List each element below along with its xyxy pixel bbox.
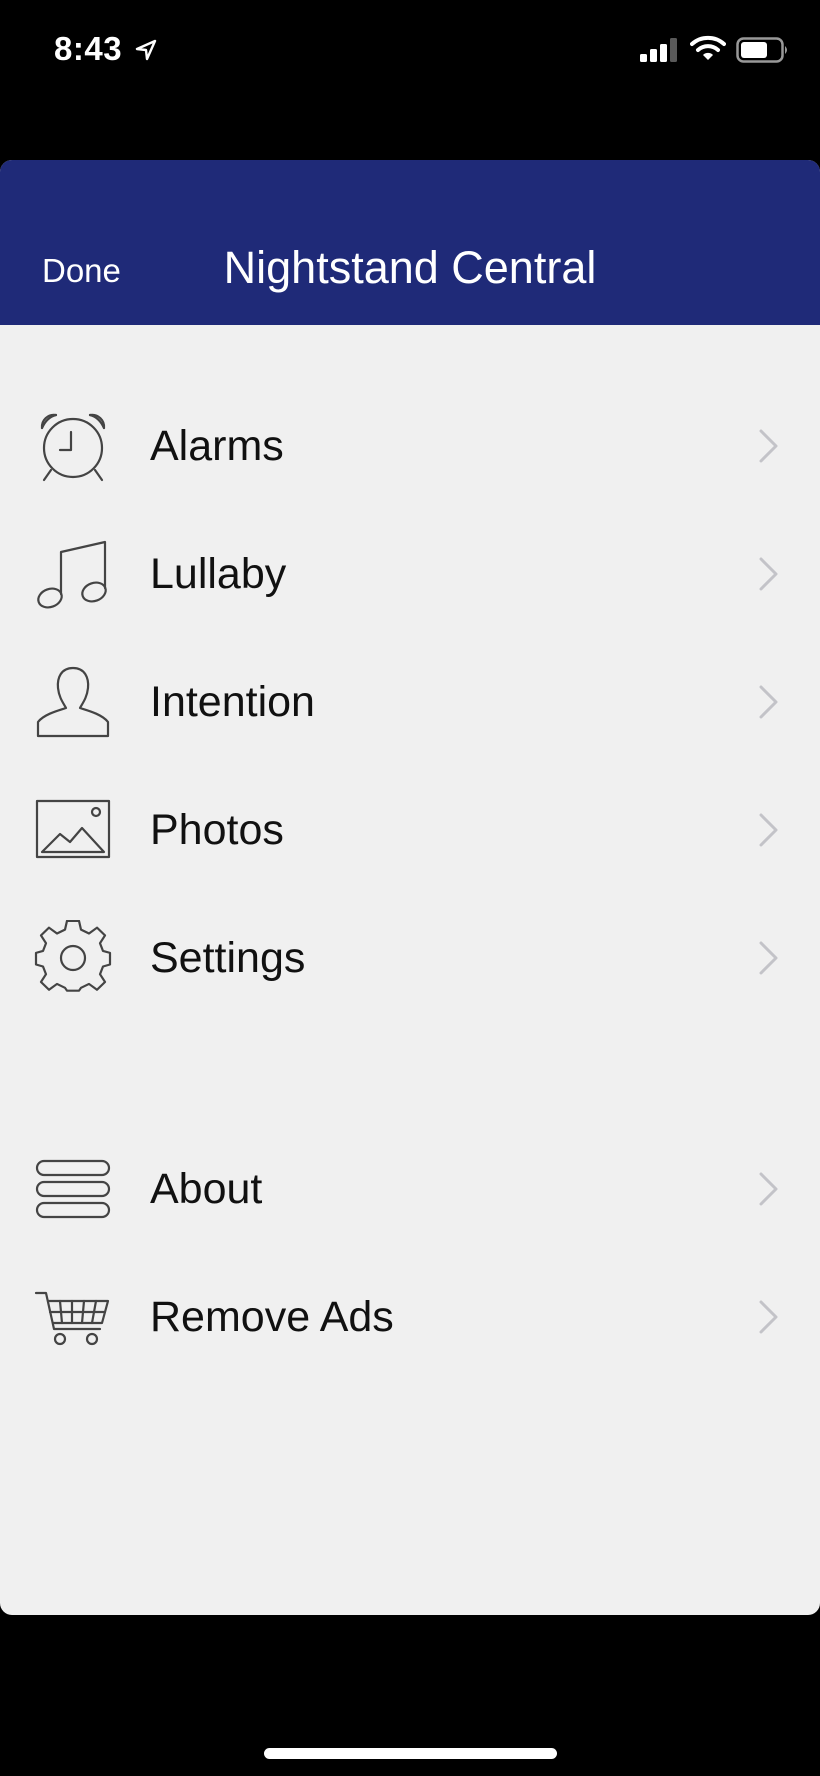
menu-item-lullaby[interactable]: Lullaby (0, 510, 820, 638)
navigation-bar: Done Nightstand Central (0, 160, 820, 325)
menu-item-remove-ads[interactable]: Remove Ads (0, 1253, 820, 1381)
list-icon (34, 1151, 112, 1227)
gear-icon (34, 919, 112, 996)
menu-item-intention[interactable]: Intention (0, 638, 820, 766)
music-note-icon (34, 536, 112, 612)
status-time: 8:43 (54, 30, 123, 67)
menu-item-about[interactable]: About (0, 1125, 820, 1253)
wifi-icon (690, 35, 726, 60)
menu-item-photos[interactable]: Photos (0, 766, 820, 894)
chevron-right-icon (759, 685, 778, 719)
menu-item-alarms[interactable]: Alarms (0, 382, 820, 510)
menu-sheet: Done Nightstand Central Alarms Lullaby I… (0, 160, 820, 1615)
menu-item-settings[interactable]: Settings (0, 894, 820, 1022)
chevron-right-icon (759, 557, 778, 591)
menu-item-label: Lullaby (150, 550, 287, 598)
menu-item-label: About (150, 1165, 263, 1213)
menu-item-label: Alarms (150, 422, 284, 470)
home-indicator[interactable] (264, 1748, 557, 1759)
menu-item-label: Settings (150, 934, 306, 982)
chevron-right-icon (759, 813, 778, 847)
chevron-right-icon (759, 941, 778, 975)
status-bar: 8:43 (0, 0, 820, 100)
chevron-right-icon (759, 429, 778, 463)
cellular-signal-icon (640, 38, 677, 62)
menu-item-label: Photos (150, 806, 284, 854)
location-arrow-icon (135, 39, 157, 61)
battery-icon (736, 37, 787, 63)
alarm-clock-icon (34, 408, 112, 484)
phone-screen: 8:43 Done Nightstand Central Alarms Lull… (0, 0, 820, 1776)
page-title: Nightstand Central (223, 242, 597, 293)
menu-item-label: Intention (150, 678, 315, 726)
person-icon (34, 664, 112, 740)
chevron-right-icon (759, 1300, 778, 1334)
shopping-cart-icon (34, 1279, 112, 1355)
photo-icon (34, 792, 112, 868)
chevron-right-icon (759, 1172, 778, 1206)
menu-item-label: Remove Ads (150, 1293, 394, 1341)
